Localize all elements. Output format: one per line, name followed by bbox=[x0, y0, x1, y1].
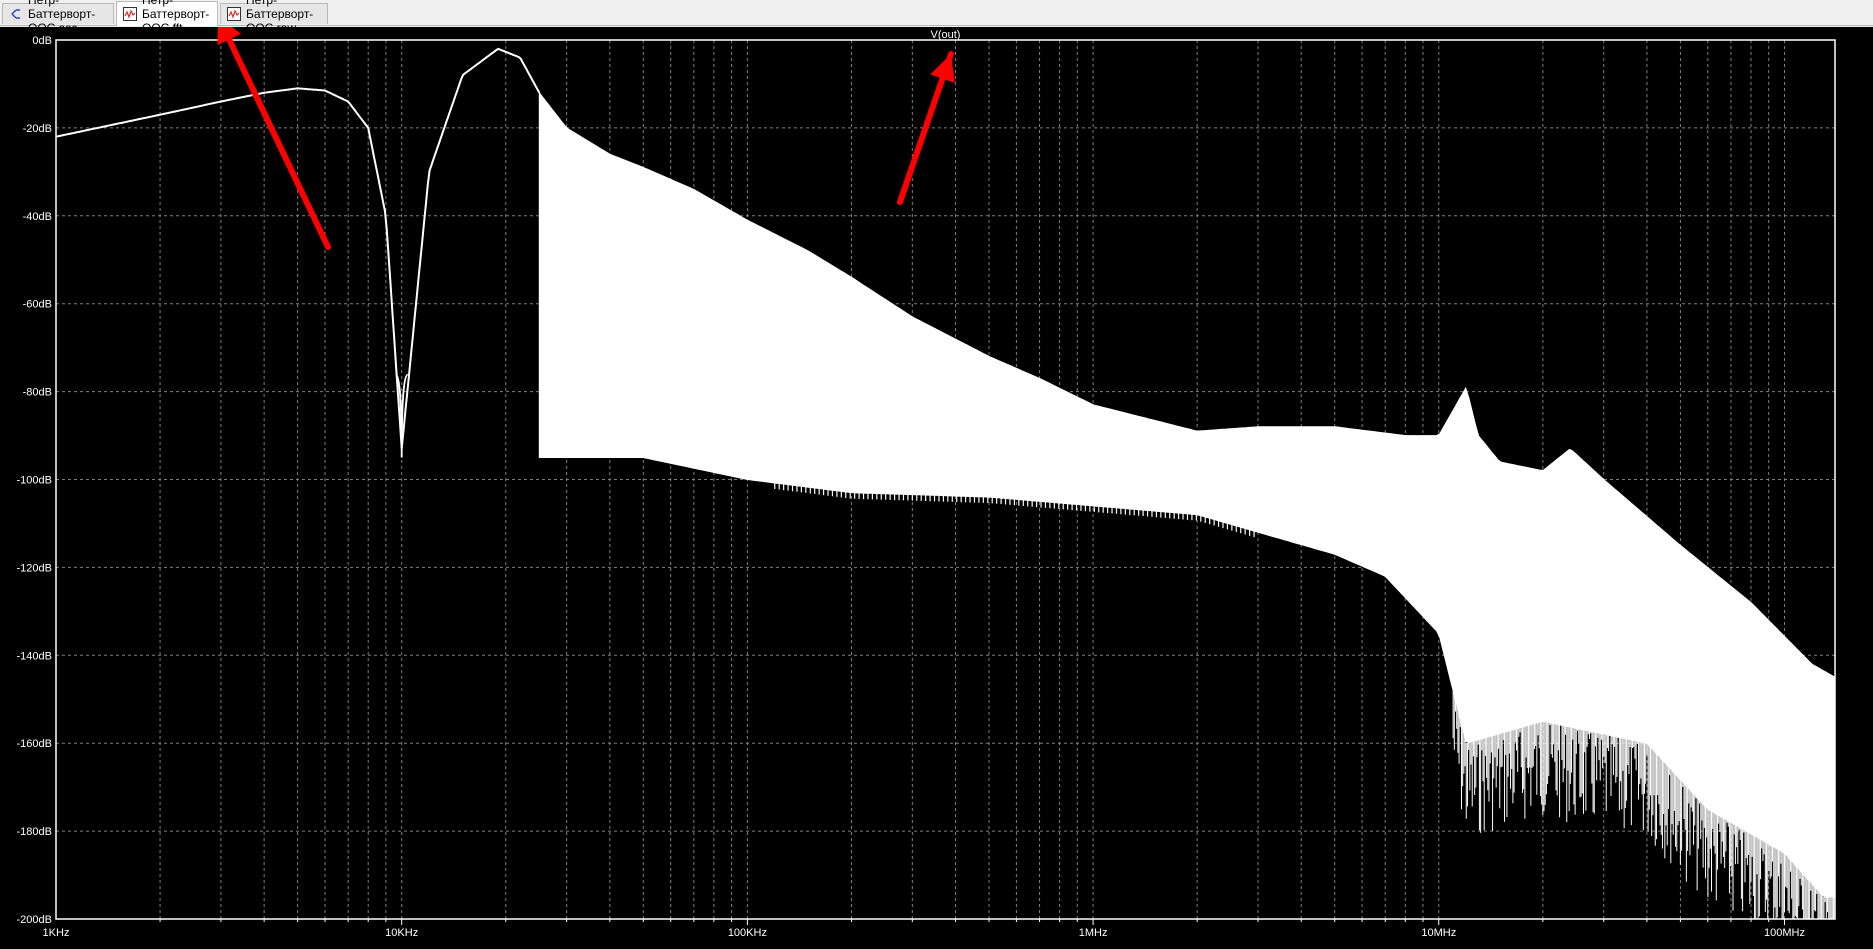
document-tab-bar: Петр-Баттерворт-ООС.asc Петр-Баттерворт-… bbox=[0, 0, 1873, 35]
waveform-plot-pane[interactable]: 0dB -20dB -40dB -60dB -80dB -100dB -120dB -140d… bbox=[0, 27, 1873, 949]
y-tick-label: -160dB bbox=[17, 738, 52, 750]
y-tick-label: -40dB bbox=[23, 211, 52, 223]
x-tick-label: 10KHz bbox=[385, 927, 418, 939]
y-tick-label: 0dB bbox=[32, 35, 52, 47]
x-tick-label: 10MHz bbox=[1421, 927, 1456, 939]
y-tick-label: -80dB bbox=[23, 387, 52, 399]
trace-v-out bbox=[55, 47, 1836, 919]
x-tick-label: 100MHz bbox=[1764, 927, 1805, 939]
tab-fft[interactable]: Петр-Баттерворт-ООС.fft bbox=[116, 0, 218, 35]
y-tick-label: -180dB bbox=[17, 826, 52, 838]
tab-raw[interactable]: Петр-Баттерворт-ООС.raw bbox=[220, 0, 328, 35]
tab-schematic[interactable]: Петр-Баттерворт-ООС.asc bbox=[2, 0, 114, 35]
y-tick-label: -60dB bbox=[23, 299, 52, 311]
x-tick-label: 1MHz bbox=[1079, 927, 1108, 939]
annotation-arrow-trace-head bbox=[930, 54, 955, 83]
y-tick-label: -100dB bbox=[17, 475, 52, 487]
x-tick-label: 100KHz bbox=[728, 927, 767, 939]
y-tick-label: -20dB bbox=[23, 123, 52, 135]
y-tick-label: -200dB bbox=[17, 914, 52, 926]
waveform-icon bbox=[123, 7, 137, 21]
y-tick-label: -140dB bbox=[17, 650, 52, 662]
x-tick-label: 1KHz bbox=[43, 927, 70, 939]
y-tick-label: -120dB bbox=[17, 562, 52, 574]
schematic-icon bbox=[9, 7, 23, 21]
waveform-icon bbox=[227, 7, 241, 21]
fft-plot[interactable]: 0dB -20dB -40dB -60dB -80dB -100dB -120dB -140d… bbox=[0, 27, 1873, 949]
annotation-arrow-tab bbox=[219, 27, 331, 250]
trace-label[interactable]: V(out) bbox=[931, 29, 961, 41]
